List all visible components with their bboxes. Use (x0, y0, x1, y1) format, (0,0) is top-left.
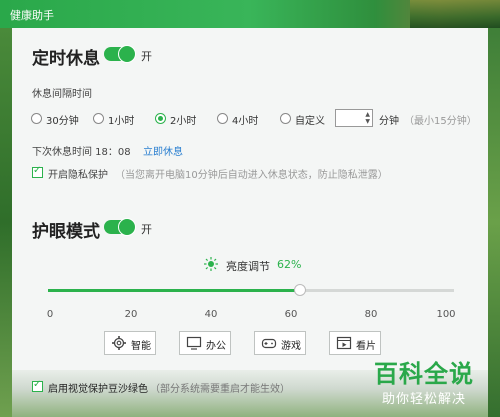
rest-section-title: 定时休息 (32, 49, 100, 69)
watermark-main-text: 百科全说 (374, 360, 474, 388)
brightness-slider-handle[interactable] (293, 284, 306, 296)
gamepad-icon (261, 338, 277, 349)
privacy-checkbox[interactable] (32, 165, 43, 178)
brightness-label: 亮度调节 (226, 260, 270, 273)
radio-4hour-label: 4小时 (232, 116, 259, 127)
next-rest-time: 下次休息时间 18：08 (32, 147, 131, 158)
slider-tick: 0 (46, 309, 54, 320)
custom-unit: 分钟 (379, 116, 399, 127)
slider-tick: 100 (436, 309, 456, 320)
radio-30min-label: 30分钟 (46, 116, 79, 127)
slider-tick: 60 (284, 309, 298, 320)
rest-now-link[interactable]: 立即休息 (143, 143, 183, 158)
rest-toggle[interactable] (104, 45, 136, 63)
left-border-scenery (0, 28, 12, 417)
radio-1hour[interactable] (93, 113, 104, 124)
privacy-label: 开启隐私保护 (48, 170, 108, 181)
radio-2hour-label: 2小时 (170, 116, 197, 127)
toggle-knob (118, 45, 136, 63)
title-bar-scenery (410, 0, 500, 28)
brightness-value: 62% (277, 258, 302, 271)
mode-smart-button[interactable]: 智能 (104, 331, 156, 355)
green-protection-label: 启用视觉保护豆沙绿色 (48, 384, 148, 395)
mode-office-button[interactable]: 办公 (179, 331, 231, 355)
custom-minutes-stepper[interactable]: ▲ ▼ (335, 109, 373, 127)
mode-movie-label: 看片 (356, 341, 376, 352)
title-bar: 健康助手 (0, 0, 500, 28)
eye-toggle[interactable] (104, 218, 136, 236)
rest-toggle-label: 开 (141, 50, 152, 63)
gear-icon (112, 336, 126, 350)
interval-label: 休息间隔时间 (32, 89, 92, 100)
eye-section-title: 护眼模式 (32, 222, 100, 242)
film-icon (336, 336, 352, 350)
custom-hint: （最小15分钟） (404, 116, 477, 127)
window-title: 健康助手 (10, 9, 54, 22)
monitor-icon (186, 336, 202, 350)
brightness-slider-fill (48, 289, 300, 292)
mode-game-button[interactable]: 游戏 (254, 331, 306, 355)
slider-tick: 20 (124, 309, 138, 320)
watermark-sub-text: 助你轻松解决 (382, 392, 467, 407)
mode-game-label: 游戏 (281, 341, 301, 352)
sun-icon (204, 257, 218, 271)
radio-4hour[interactable] (217, 113, 228, 124)
radio-custom[interactable] (280, 113, 291, 124)
radio-2hour[interactable] (155, 113, 166, 124)
green-protection-hint: （部分系统需要重启才能生效） (150, 384, 290, 395)
radio-30min[interactable] (31, 113, 42, 124)
eye-toggle-label: 开 (141, 223, 152, 236)
brightness-slider[interactable] (48, 284, 454, 296)
stepper-arrows-icon[interactable]: ▲ ▼ (365, 111, 370, 125)
radio-custom-label: 自定义 (295, 116, 325, 127)
toggle-knob (118, 218, 136, 236)
slider-tick: 40 (204, 309, 218, 320)
radio-1hour-label: 1小时 (108, 116, 135, 127)
watermark-logo: 百科全说 助你轻松解决 (366, 352, 496, 414)
mode-smart-label: 智能 (131, 341, 151, 352)
green-protection-checkbox[interactable] (32, 379, 43, 392)
privacy-hint: （当您离开电脑10分钟后自动进入休息状态，防止隐私泄露） (115, 170, 388, 181)
slider-tick: 80 (364, 309, 378, 320)
mode-office-label: 办公 (206, 341, 226, 352)
